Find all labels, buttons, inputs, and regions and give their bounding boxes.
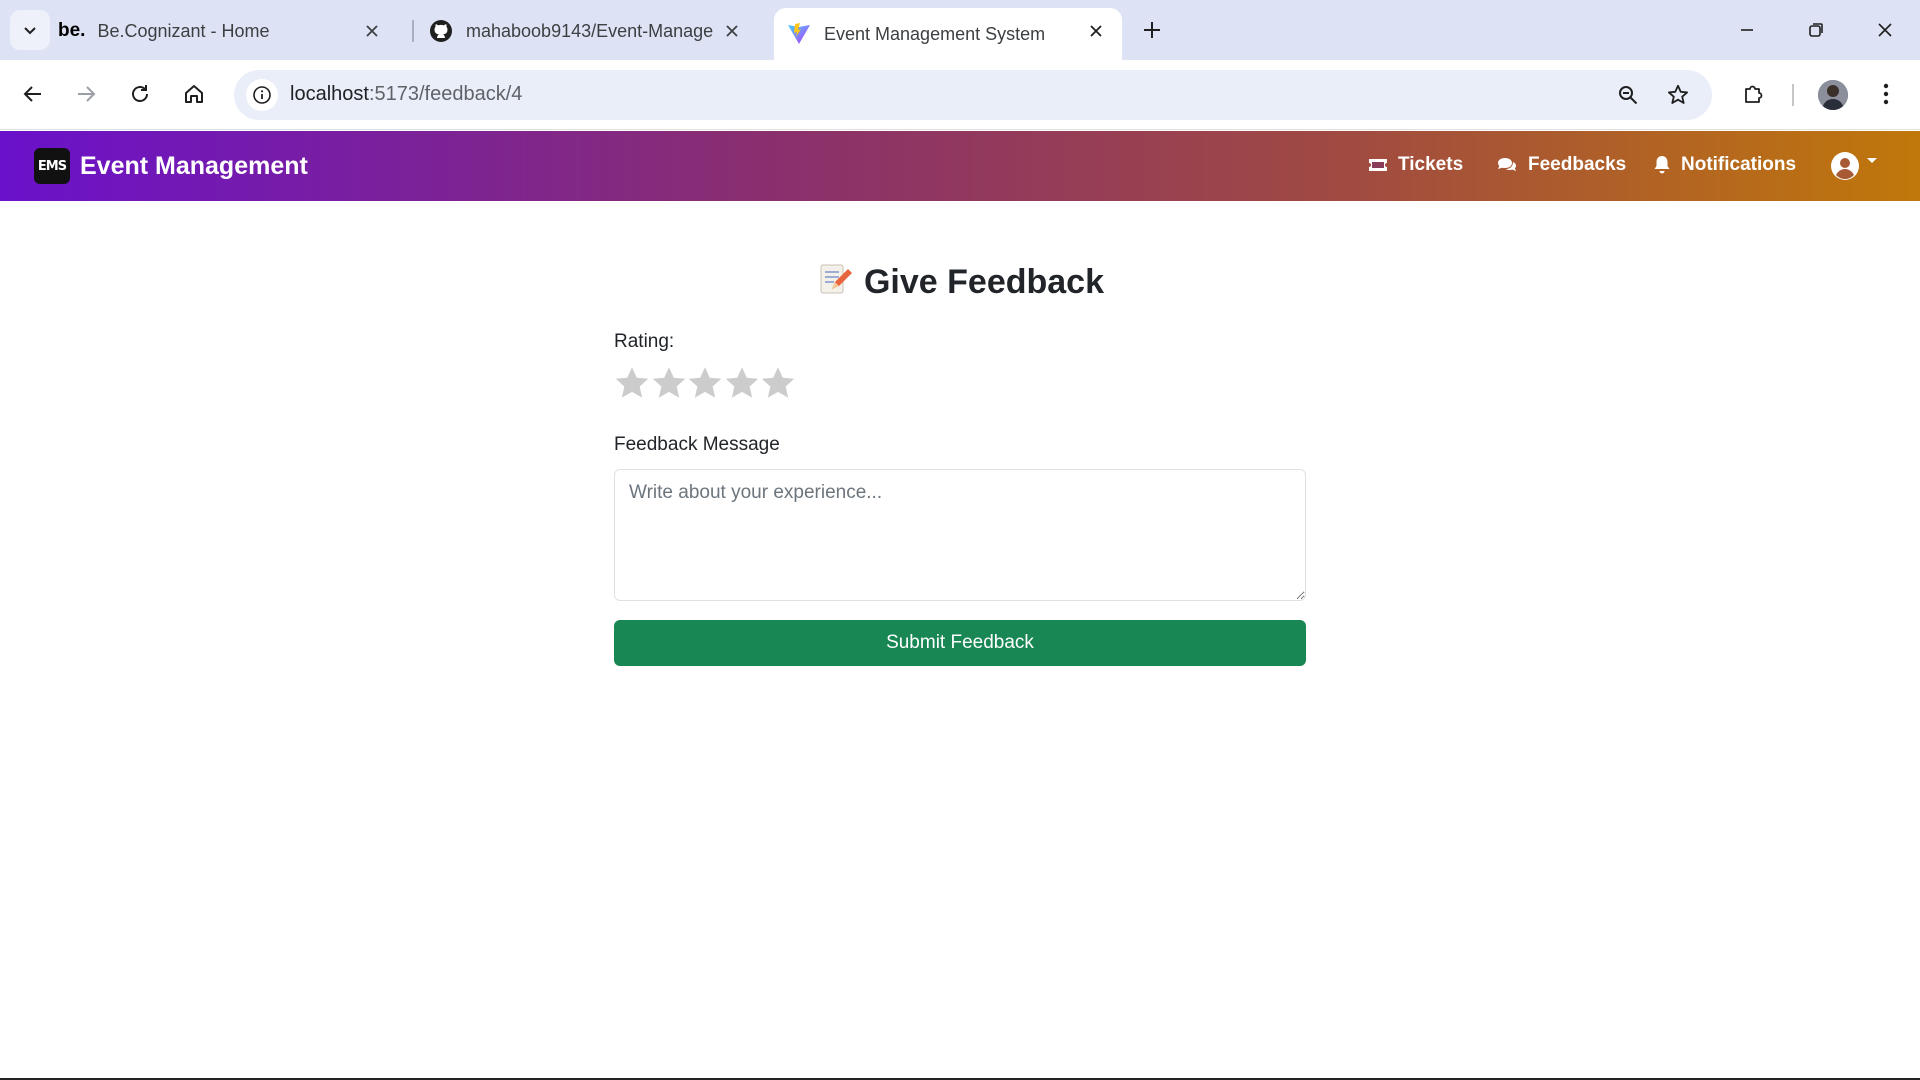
github-icon <box>428 18 454 44</box>
arrow-right-icon <box>78 86 96 102</box>
close-tab-icon[interactable] <box>720 19 744 43</box>
submit-feedback-button[interactable]: Submit Feedback <box>614 620 1306 666</box>
bookmark-star-icon[interactable] <box>1662 79 1694 111</box>
profile-avatar[interactable] <box>1818 80 1848 110</box>
feedback-message-textarea[interactable] <box>614 469 1306 601</box>
url-text[interactable]: localhost:5173/feedback/4 <box>290 83 522 106</box>
browser-tab-becognizant[interactable]: be. Be.Cognizant - Home <box>58 8 408 54</box>
nav-link-tickets[interactable]: Tickets <box>1368 154 1463 176</box>
home-button[interactable] <box>174 74 214 114</box>
home-icon <box>185 85 203 103</box>
browser-tab-event-management[interactable]: Event Management System <box>774 8 1122 60</box>
minimize-icon <box>1741 29 1753 31</box>
browser-tab-strip: be. Be.Cognizant - Home mahaboob9143/Eve… <box>0 0 1920 60</box>
page-title: Give Feedback <box>614 261 1306 302</box>
more-vertical-icon <box>1883 83 1889 105</box>
navbar-brand[interactable]: EMS Event Management <box>34 148 308 184</box>
brand-title: Event Management <box>80 151 308 180</box>
bell-icon <box>1653 155 1671 175</box>
app-navbar: EMS Event Management Tickets Feedbacks N… <box>0 131 1920 201</box>
extensions-button[interactable] <box>1734 74 1774 114</box>
restore-button[interactable] <box>1791 10 1841 50</box>
star-icon[interactable] <box>724 365 760 401</box>
reload-button[interactable] <box>120 74 160 114</box>
tab-title: mahaboob9143/Event-Manage <box>466 20 714 41</box>
url-path: :5173/feedback/4 <box>368 83 523 105</box>
tab-title: Event Management System <box>824 23 1046 44</box>
page-title-text: Give Feedback <box>863 263 1104 301</box>
tab-title: Be.Cognizant - Home <box>97 20 270 41</box>
becognizant-favicon: be. <box>58 20 86 41</box>
url-host: localhost <box>290 83 369 105</box>
ems-logo: EMS <box>34 148 70 184</box>
close-tab-icon[interactable] <box>1084 19 1108 43</box>
feedback-message-label: Feedback Message <box>614 434 780 455</box>
nav-link-feedbacks[interactable]: Feedbacks <box>1496 154 1626 176</box>
user-dropdown-toggle[interactable] <box>1830 151 1878 181</box>
comments-icon <box>1496 156 1518 174</box>
caret-down-icon <box>1867 158 1877 163</box>
address-bar[interactable]: localhost:5173/feedback/4 <box>234 70 1712 120</box>
tab-search-button[interactable] <box>10 10 50 50</box>
restore-icon <box>1809 23 1823 37</box>
puzzle-icon <box>1745 85 1763 103</box>
vite-icon <box>786 21 812 47</box>
close-tab-icon[interactable] <box>360 19 384 43</box>
chevron-down-icon <box>24 27 36 35</box>
new-tab-button[interactable] <box>1134 12 1170 48</box>
nav-link-label: Tickets <box>1398 154 1464 175</box>
plus-icon <box>1144 22 1160 38</box>
browser-tab-github[interactable]: mahaboob9143/Event-Manage <box>428 8 768 54</box>
forward-button[interactable] <box>66 74 106 114</box>
star-icon[interactable] <box>760 365 796 401</box>
star-rating[interactable] <box>614 365 797 401</box>
user-circle-icon <box>1831 152 1859 180</box>
browser-toolbar: localhost:5173/feedback/4 <box>0 60 1920 130</box>
close-icon <box>1878 23 1892 37</box>
back-button[interactable] <box>13 74 53 114</box>
close-window-button[interactable] <box>1860 10 1910 50</box>
reload-icon <box>132 85 148 102</box>
nav-link-notifications[interactable]: Notifications <box>1653 154 1796 176</box>
minimize-button[interactable] <box>1722 10 1772 50</box>
rating-label: Rating: <box>614 331 675 352</box>
nav-link-label: Feedbacks <box>1528 154 1627 175</box>
star-icon[interactable] <box>687 365 723 401</box>
tab-separator <box>412 20 414 42</box>
nav-link-label: Notifications <box>1681 154 1797 175</box>
site-info-icon[interactable] <box>246 79 278 111</box>
zoom-icon[interactable] <box>1612 79 1644 111</box>
chrome-menu-button[interactable] <box>1866 74 1906 114</box>
star-icon[interactable] <box>614 365 650 401</box>
toolbar-divider <box>1792 84 1794 106</box>
arrow-left-icon <box>23 86 41 102</box>
ticket-icon <box>1368 157 1388 173</box>
star-icon[interactable] <box>651 365 687 401</box>
memo-icon <box>820 264 852 294</box>
